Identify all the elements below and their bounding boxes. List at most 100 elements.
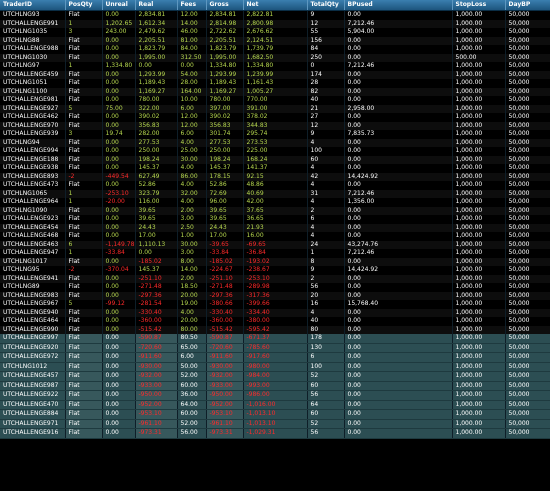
col-header-gross[interactable]: Gross — [206, 0, 244, 11]
table-row[interactable]: UTCHALLENGE947 1 -33.84 0.00 3.00 -33.84 -36.8… — [0, 249, 550, 258]
col-header-real[interactable]: Real — [135, 0, 178, 11]
col-header-traderid[interactable]: TraderID — [0, 0, 66, 11]
col-header-daybp[interactable]: DayBP — [505, 0, 550, 11]
net-cell: -253.10 — [243, 274, 308, 283]
day-bp-cell: 50,000 — [505, 419, 550, 429]
table-row[interactable]: UTCHALLENGE988 Flat 0.00 1,823.79 84.00 1,823… — [0, 45, 550, 54]
table-row[interactable]: UTCHALLENGE967 5 -99.12 -281.54 19.00 -380.66… — [0, 300, 550, 309]
table-row[interactable]: UTCHALLENGE884 Flat 0.00 -953.10 60.00 -953.1… — [0, 409, 550, 420]
table-row[interactable]: UTCHALLENGE457 Flat 0.00 -932.00 52.00 -932.0… — [0, 371, 550, 382]
gross-cell: 145.37 — [206, 164, 244, 173]
table-row[interactable]: UTCHALLENGE927 5 75.00 322.00 6.00 397.00 391.… — [0, 104, 550, 113]
table-row[interactable]: UTCHALLENGE188 Flat 0.00 198.24 30.00 198.24 1… — [0, 155, 550, 164]
table-row[interactable]: UTCHALLENGE922 Flat 0.00 -950.00 36.00 -950.0… — [0, 390, 550, 401]
table-row[interactable]: UTCHALLENGE981 Flat 0.00 780.00 10.00 780.00 7… — [0, 96, 550, 105]
table-row[interactable]: UTCHLNG1035 3 243.00 2,479.62 46.00 2,722.62 2… — [0, 28, 550, 37]
gross-cell: 96.00 — [206, 198, 244, 207]
trader-id-cell: UTCHALLENGE941 — [0, 274, 66, 283]
table-row[interactable]: UTCHALLENGE923 Flat 0.00 39.65 3.00 39.65 36.6… — [0, 215, 550, 224]
table-row[interactable]: UTCHALLENGE994 Flat 0.00 250.00 25.00 250.00 2… — [0, 147, 550, 156]
net-cell: 1,239.99 — [243, 70, 308, 79]
table-row[interactable]: UTCHALLENGE916 Flat 0.00 -973.31 56.00 -973.3… — [0, 428, 550, 439]
table-row[interactable]: UTCHALLENGE470 Flat 0.00 -952.00 64.00 -952.0… — [0, 400, 550, 410]
trader-id-cell: UTCHALLENGE938 — [0, 164, 66, 173]
table-row[interactable]: UTCHALLENGE940 Flat 0.00 -330.40 4.00 -330.40… — [0, 308, 550, 317]
net-cell: 2,822.81 — [243, 10, 308, 20]
pos-qty-cell: 1 — [65, 189, 103, 198]
table-row[interactable]: UTCHALLENGE464 Flat 0.00 -360.00 20.00 -360.0… — [0, 317, 550, 326]
table-row[interactable]: UTCHLNG88 Flat 0.00 2,205.51 81.00 2,205.51 2,… — [0, 36, 550, 45]
stop-loss-cell: 1,000.00 — [452, 352, 506, 363]
pos-qty-cell: Flat — [65, 113, 103, 122]
real-cell: -281.54 — [135, 300, 178, 309]
table-row[interactable]: UTCHLNG94 Flat 0.00 277.53 4.00 277.53 273.53 4… — [0, 138, 550, 147]
day-bp-cell: 50,000 — [505, 428, 550, 439]
table-row[interactable]: UTCHALLENGE459 Flat 0.00 1,293.99 54.00 1,293… — [0, 70, 550, 79]
table-row[interactable]: UTCHLNG1100 Flat 0.00 1,169.27 164.00 1,169.2… — [0, 87, 550, 96]
real-cell: 145.37 — [135, 266, 178, 275]
unreal-cell: 0.00 — [102, 428, 136, 439]
table-row[interactable]: UTCHALLENGE987 Flat 0.00 -933.00 60.00 -933.0… — [0, 381, 550, 391]
table-row[interactable]: UTCHALLENGE991 1 1,202.65 1,612.34 14.00 2,81… — [0, 19, 550, 28]
table-row[interactable]: UTCHLNG1017 Flat 0.00 -185.02 8.00 -185.02 -19… — [0, 257, 550, 266]
table-row[interactable]: UTCHALLENGE920 Flat 0.00 -720.60 65.00 -720.6… — [0, 343, 550, 353]
col-header-unreal[interactable]: Unreal — [102, 0, 136, 11]
gross-cell: -297.36 — [206, 291, 244, 300]
table-row[interactable]: UTCHALLENGE997 Flat 0.00 -590.87 80.50 -590.8… — [0, 334, 550, 344]
pos-qty-cell: Flat — [65, 352, 103, 363]
pos-qty-cell: Flat — [65, 155, 103, 164]
table-row[interactable]: UTCHALLENGE939 3 19.74 282.00 6.00 301.74 295.… — [0, 130, 550, 139]
unreal-cell: 0.00 — [102, 181, 136, 190]
table-row[interactable]: UTCHALLENGE893 -2 -449.54 627.49 86.00 178.15… — [0, 172, 550, 181]
table-row[interactable]: UTCHALLENGE473 Flat 0.00 52.86 4.00 52.86 48.8… — [0, 181, 550, 190]
fees-cell: 2.00 — [177, 206, 207, 215]
table-row[interactable]: UTCHLNG89 Flat 0.00 -271.48 18.50 -271.48 -289… — [0, 283, 550, 292]
table-row[interactable]: UTCHALLENGE964 1 -20.00 116.00 4.00 96.00 42.0… — [0, 198, 550, 207]
total-qty-cell: 56 — [307, 390, 345, 401]
table-row[interactable]: UTCHLNG95 -2 -370.04 145.37 14.00 -224.67 -238… — [0, 266, 550, 275]
unreal-cell: 0.00 — [102, 147, 136, 156]
stop-loss-cell: 1,000.00 — [452, 266, 506, 275]
bp-used-cell: 1,356.00 — [344, 198, 453, 207]
table-row[interactable]: UTCHALLENGE454 Flat 0.00 24.43 2.50 24.43 21.9… — [0, 223, 550, 232]
col-header-totalqty[interactable]: TotalQty — [307, 0, 345, 11]
pos-qty-cell: Flat — [65, 87, 103, 96]
table-row[interactable]: UTCHALLENGE970 Flat 0.00 356.83 12.00 356.83 3… — [0, 121, 550, 130]
table-row[interactable]: UTCHLNG1065 1 -253.10 323.79 32.00 72.69 40.69… — [0, 189, 550, 198]
unreal-cell: 0.00 — [102, 343, 136, 353]
table-row[interactable]: UTCHALLENGE971 Flat 0.00 -961.10 52.00 -961.1… — [0, 419, 550, 429]
fees-cell: 52.00 — [177, 371, 207, 382]
stop-loss-cell: 1,000.00 — [452, 291, 506, 300]
table-row[interactable]: UTCHLNG1051 Flat 0.00 1,189.43 28.00 1,189.43… — [0, 79, 550, 88]
col-header-bpused[interactable]: BPused — [344, 0, 453, 11]
table-row[interactable]: UTCHLNG93 Flat 0.00 2,834.81 12.00 2,834.81 2,… — [0, 10, 550, 20]
pos-qty-cell: 1 — [65, 62, 103, 71]
table-row[interactable]: UTCHALLENGE938 Flat 0.00 145.37 4.00 145.37 14… — [0, 164, 550, 173]
table-row[interactable]: UTCHLNG1090 Flat 0.00 39.65 2.00 39.65 37.65 2 0… — [0, 206, 550, 215]
net-cell: -317.36 — [243, 291, 308, 300]
real-cell: 250.00 — [135, 147, 178, 156]
trader-id-cell: UTCHALLENGE188 — [0, 155, 66, 164]
table-row[interactable]: UTCHALLENGE941 Flat 0.00 -251.10 2.00 -251.10… — [0, 274, 550, 283]
fees-cell: 4.00 — [177, 164, 207, 173]
pos-qty-cell: Flat — [65, 400, 103, 410]
table-row[interactable]: UTCHLNG1030 Flat 0.00 1,995.00 312.50 1,995.0… — [0, 53, 550, 62]
gross-cell: 72.69 — [206, 189, 244, 198]
net-cell: 168.24 — [243, 155, 308, 164]
table-row[interactable]: UTCHLNG97 1 1,334.80 0.00 0.00 1,334.80 1,334.… — [0, 62, 550, 71]
table-row[interactable]: UTCHALLENGE468 Flat 0.00 17.00 1.00 17.00 16.0… — [0, 232, 550, 241]
stop-loss-cell: 1,000.00 — [452, 19, 506, 28]
table-row[interactable]: UTCHALLENGE462 Flat 0.00 390.02 12.00 390.02 3… — [0, 113, 550, 122]
stop-loss-cell: 1,000.00 — [452, 28, 506, 37]
table-row[interactable]: UTCHALLENGE463 6 -1,149.78 1,110.13 30.00 -39… — [0, 240, 550, 249]
table-row[interactable]: UTCHALLENGE990 Flat 0.00 -515.42 80.00 -515.4… — [0, 325, 550, 334]
stop-loss-cell: 1,000.00 — [452, 206, 506, 215]
col-header-posqty[interactable]: PosQty — [65, 0, 103, 11]
table-row[interactable]: UTCHLNG1012 Flat 0.00 -930.00 50.00 -930.00 -9… — [0, 362, 550, 372]
col-header-fees[interactable]: Fees — [177, 0, 207, 11]
table-row[interactable]: UTCHALLENGE972 Flat 0.00 -911.60 6.00 -911.60… — [0, 352, 550, 363]
total-qty-cell: 31 — [307, 189, 345, 198]
col-header-stoploss[interactable]: StopLoss — [452, 0, 506, 11]
col-header-net[interactable]: Net — [243, 0, 308, 11]
table-row[interactable]: UTCHALLENGE983 Flat 0.00 -297.36 20.00 -297.3… — [0, 291, 550, 300]
